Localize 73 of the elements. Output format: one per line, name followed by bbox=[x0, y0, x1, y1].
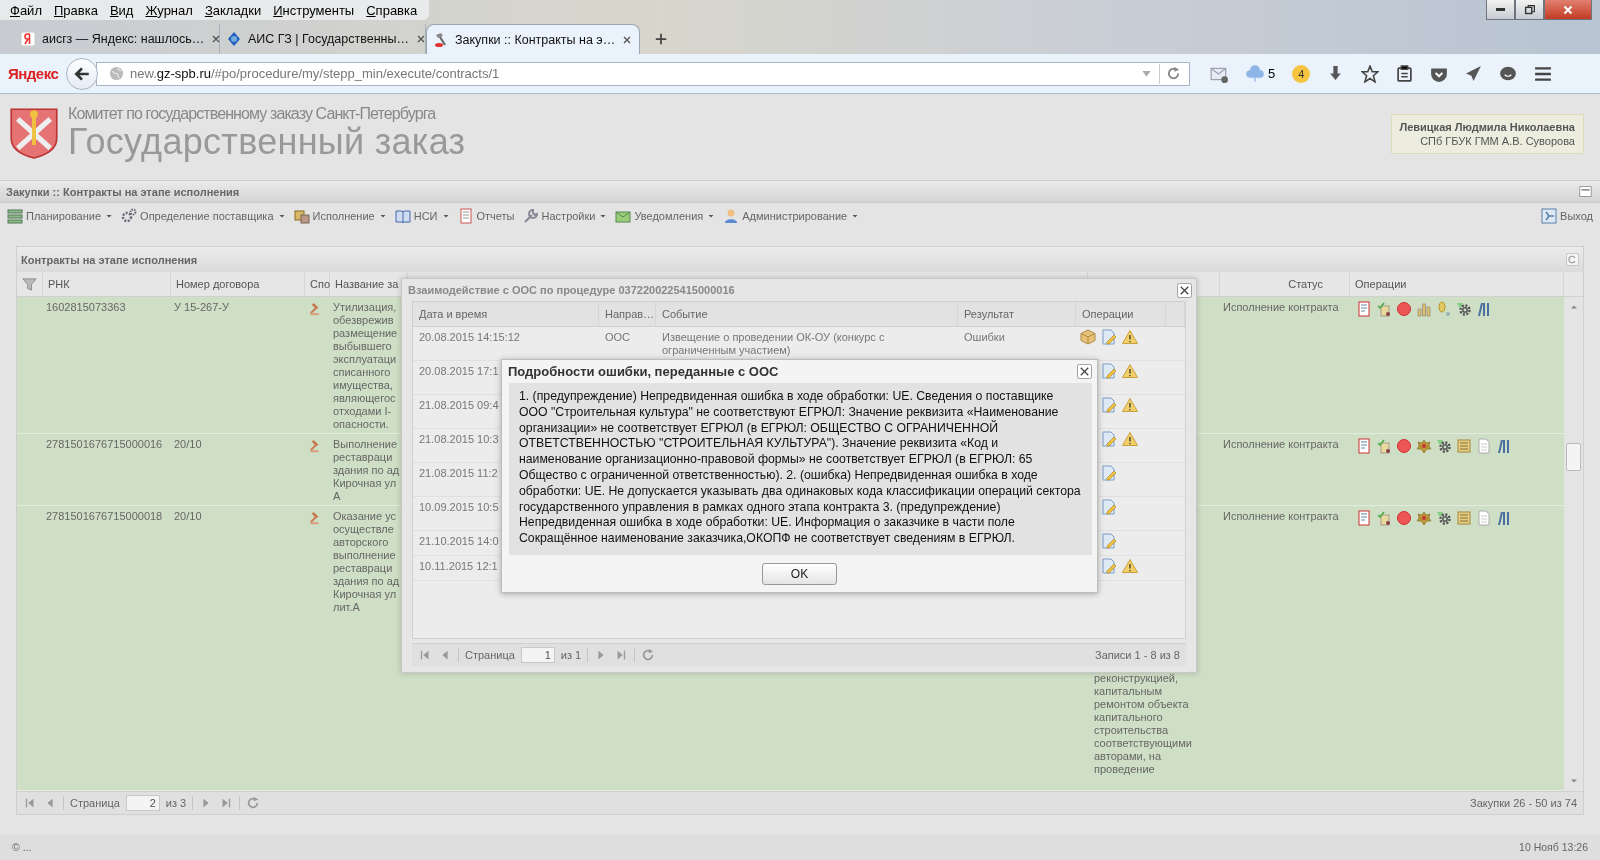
menu-item[interactable]: Журнал bbox=[139, 2, 199, 18]
column-header[interactable]: Дата и время bbox=[413, 302, 599, 326]
page-label: Страница bbox=[70, 797, 120, 809]
ok-button[interactable]: OK bbox=[762, 562, 837, 585]
dialog-title: Подробности ошибки, переданные с ООС bbox=[508, 364, 779, 379]
logout-button[interactable]: Выход bbox=[1538, 206, 1596, 226]
column-header[interactable]: Событие bbox=[656, 302, 958, 326]
table-cell: Ошибки bbox=[964, 331, 1005, 343]
browser-tab[interactable]: Закупки :: Контракты на э… bbox=[426, 24, 640, 54]
table-cell: 1602815073363 bbox=[46, 301, 126, 313]
page-label: Страница bbox=[465, 649, 515, 661]
table-cell: 21.08.2015 09:4 bbox=[419, 399, 499, 411]
table-cell: Исполнение контракта bbox=[1223, 438, 1339, 450]
organization-title: Комитет по государственному заказу Санкт-Петербурга bbox=[68, 104, 437, 124]
panel-title: Контракты на этапе исполнения bbox=[21, 253, 198, 266]
weather-count: 5 bbox=[1268, 66, 1276, 81]
table-cell: Извещение о проведении ОК-ОУ (конкурс с ограниченным участием) bbox=[662, 331, 885, 356]
menu-button[interactable]: Администрирование bbox=[720, 206, 863, 226]
table-cell: 21.10.2015 14:0 bbox=[419, 535, 499, 547]
menu-item[interactable]: Инструменты bbox=[267, 2, 361, 18]
menu-item[interactable]: Закладки bbox=[198, 2, 268, 18]
user-name: Левицкая Людмила Николаевна bbox=[1399, 121, 1575, 133]
table-cell: 20.08.2015 17:1 bbox=[419, 365, 499, 377]
page-count: из 3 bbox=[165, 797, 187, 809]
column-header[interactable]: Номер договора bbox=[171, 272, 305, 296]
menu-button[interactable]: Уведомления bbox=[612, 206, 719, 226]
status-text: © ... bbox=[12, 841, 32, 853]
table-cell: 2781501676715000018 bbox=[46, 510, 163, 522]
table-cell-text: Оказание ус осуществле авторского выполнение реставраци здания по ад Кирочная ул лит.А bbox=[333, 510, 401, 614]
browser-logo[interactable]: Яндекс bbox=[8, 65, 60, 82]
table-cell: 10.11.2015 12:1 bbox=[419, 560, 498, 572]
column-header[interactable]: Спо bbox=[305, 272, 330, 296]
records-summary: Закупки 26 - 50 из 74 bbox=[1470, 797, 1577, 809]
table-cell: 21.08.2015 10:3 bbox=[419, 433, 499, 445]
table-cell: ООС bbox=[605, 331, 631, 343]
column-header[interactable]: Операции bbox=[1076, 302, 1166, 326]
table-cell: 20/10 bbox=[174, 438, 202, 450]
column-header[interactable]: Операции bbox=[1350, 272, 1564, 296]
menu-item[interactable]: Файл bbox=[4, 2, 48, 18]
dialog-title: Взаимодействие с ООС по процедуре 0372200225415000016 bbox=[408, 284, 735, 296]
site-title: Государственный заказ bbox=[68, 124, 466, 160]
column-header[interactable]: Направ… bbox=[599, 302, 656, 326]
status-time: 10 Нояб 13:26 bbox=[1519, 841, 1588, 853]
table-cell: 20.08.2015 14:15:12 bbox=[419, 331, 520, 343]
menu-button[interactable]: НСИ bbox=[391, 206, 453, 226]
column-header[interactable]: Статус bbox=[1220, 272, 1350, 296]
column-header[interactable]: Результат bbox=[958, 302, 1076, 326]
table-cell: 20/10 bbox=[174, 510, 202, 522]
menu-button[interactable]: Исполнение bbox=[290, 206, 390, 226]
records-summary: Записи 1 - 8 из 8 bbox=[1095, 649, 1180, 661]
table-cell: У 15-267-У bbox=[174, 301, 229, 313]
menu-item[interactable]: Вид bbox=[103, 2, 140, 18]
notification-badge[interactable]: 4 bbox=[1292, 64, 1311, 83]
menu-item[interactable]: Правка bbox=[47, 2, 104, 18]
table-cell: 2781501676715000016 bbox=[46, 438, 163, 450]
address-field[interactable]: new.gz-spb.ru/#po/procedure/my/stepp_min/execute/contracts/1 bbox=[96, 61, 1190, 86]
page-number-field[interactable]: 2 bbox=[125, 795, 160, 811]
page-number-field[interactable]: 1 bbox=[520, 647, 555, 663]
menu-item[interactable]: Справка bbox=[360, 2, 424, 18]
table-cell-text: Утилизация, обезврежив размещение выбывшего эксплуатаци списанного имущества, являющегос отходами I- опасности. bbox=[333, 301, 399, 431]
page-count: из 1 bbox=[560, 649, 582, 661]
table-cell: Исполнение контракта bbox=[1223, 301, 1339, 313]
table-cell-text: реконструкцией, капитальным ремонтом объекта капитального строительства соответствующими авторами, на проведение bbox=[1094, 672, 1193, 776]
table-cell-text: Выполнение реставраци здания по ад Кирочная ул А bbox=[333, 438, 401, 503]
menu-button[interactable]: Планирование bbox=[4, 206, 117, 226]
menu-button[interactable]: Настройки bbox=[519, 206, 611, 226]
menu-button[interactable]: Отчеты bbox=[454, 206, 518, 226]
column-header[interactable]: РНК bbox=[43, 272, 171, 296]
table-cell: 21.08.2015 11:2 bbox=[419, 467, 498, 479]
table-cell: Исполнение контракта bbox=[1223, 510, 1339, 522]
menu-button[interactable]: Определение поставщика bbox=[118, 206, 289, 226]
section-title: Закупки :: Контракты на этапе исполнения bbox=[6, 185, 240, 198]
user-organization: СПб ГБУК ГММ А.В. Суворова bbox=[1420, 135, 1575, 147]
